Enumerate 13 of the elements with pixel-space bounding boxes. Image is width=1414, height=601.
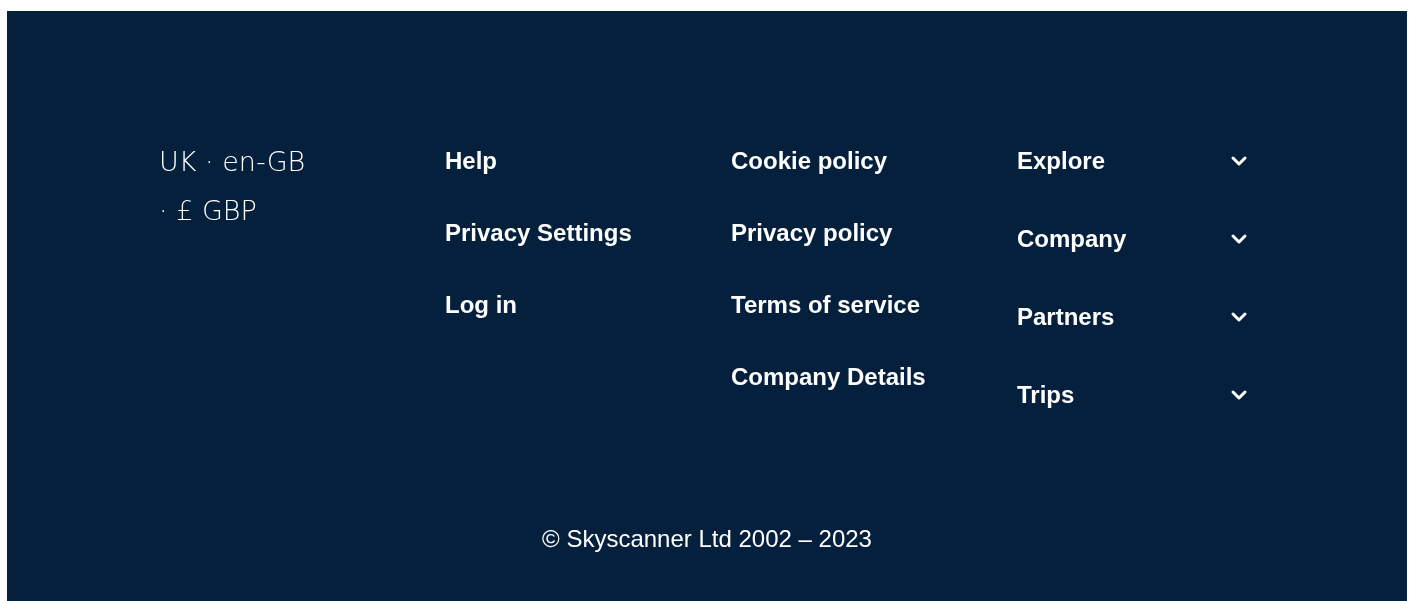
footer-link[interactable]: Privacy Settings — [445, 219, 731, 247]
footer-link[interactable]: Help — [445, 147, 731, 175]
copyright-text: © Skyscanner Ltd 2002 – 2023 — [542, 525, 872, 552]
accordion-toggle[interactable]: Explore — [1017, 144, 1249, 178]
footer-link[interactable]: Privacy policy — [731, 219, 1017, 247]
footer-link[interactable]: Company Details — [731, 363, 1017, 391]
locale-selector[interactable]: UK · en-GB · £ GBP — [159, 137, 309, 235]
footer-link[interactable]: Cookie policy — [731, 147, 1017, 175]
footer-link[interactable]: Terms of service — [731, 291, 1017, 319]
accordion-toggle[interactable]: Company — [1017, 222, 1249, 256]
footer-link[interactable]: Log in — [445, 291, 731, 319]
accordion-toggle[interactable]: Trips — [1017, 378, 1249, 412]
accordion-toggle[interactable]: Partners — [1017, 300, 1249, 334]
